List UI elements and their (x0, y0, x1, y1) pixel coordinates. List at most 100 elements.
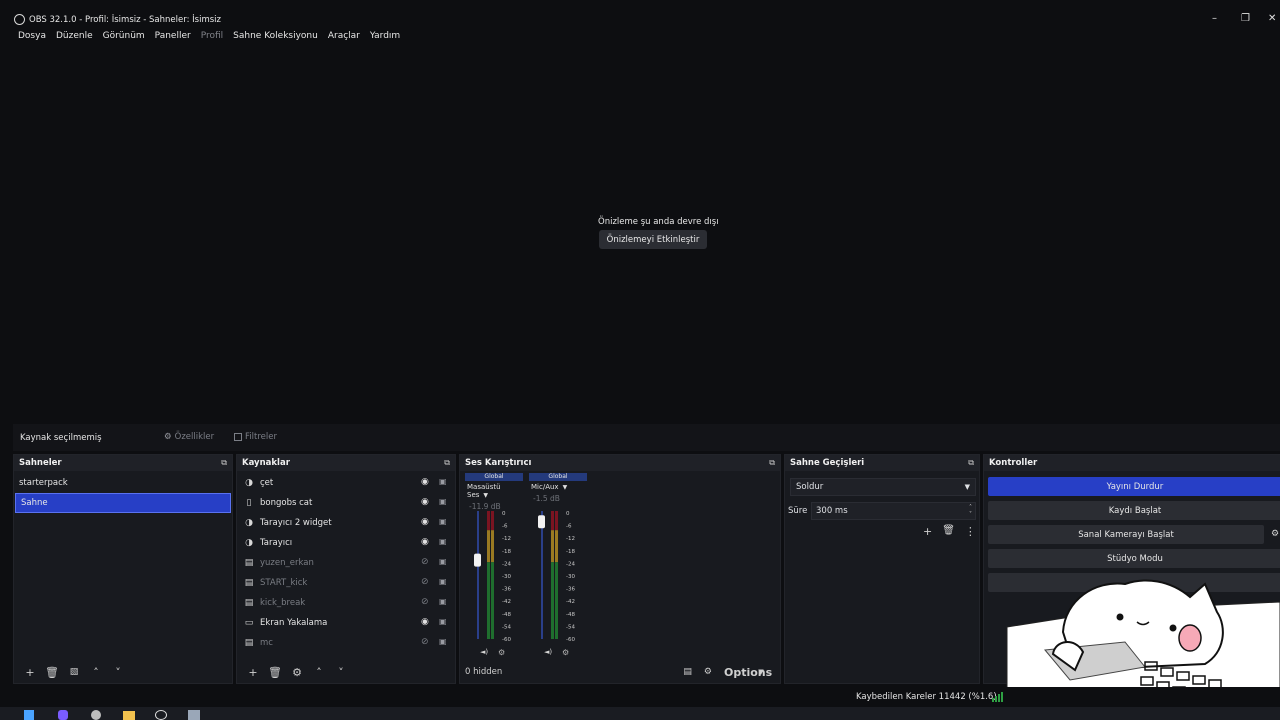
speaker-icon[interactable]: ◄) (544, 648, 552, 656)
no-source-label: Kaynak seçilmemiş (20, 433, 102, 443)
scenes-header: Sahneler ⧉ (14, 455, 232, 471)
layout-icon[interactable]: ▤ (683, 667, 692, 677)
source-item[interactable]: ▤ mc ⊘ ▣ (237, 633, 455, 653)
undock-icon[interactable]: ⧉ (221, 458, 227, 468)
lock-icon[interactable]: ▣ (439, 577, 447, 586)
meter-scale-label: -42 (502, 599, 511, 605)
menu-profile[interactable]: Profil (201, 31, 223, 45)
obs-taskbar-icon[interactable] (155, 710, 167, 720)
eye-icon[interactable]: ◉ (421, 497, 429, 507)
global-badge: Global (465, 473, 523, 481)
add-icon[interactable]: + (923, 525, 932, 538)
duration-input[interactable]: 300 ms ˄ ˅ (811, 502, 976, 520)
menu-help[interactable]: Yardım (370, 31, 400, 45)
source-item[interactable]: ◑ Tarayıcı 2 widget ◉ ▣ (237, 513, 455, 533)
eye-icon[interactable]: ◉ (421, 477, 429, 487)
start-record-button[interactable]: Kaydı Başlat (988, 501, 1280, 520)
source-item[interactable]: ▭ Ekran Yakalama ◉ ▣ (237, 613, 455, 633)
media-icon: ▤ (244, 558, 254, 568)
eye-icon[interactable]: ◉ (421, 617, 429, 627)
source-item[interactable]: ▤ kick_break ⊘ ▣ (237, 593, 455, 613)
lock-icon[interactable]: ▣ (439, 497, 447, 506)
source-item[interactable]: ▤ START_kick ⊘ ▣ (237, 573, 455, 593)
options-button[interactable]: Options ▼ (724, 666, 772, 679)
move-down-icon[interactable]: ˅ (330, 666, 352, 679)
lock-icon[interactable]: ▣ (439, 477, 447, 486)
channel-name-dropdown[interactable]: Mic/Aux ▼ (529, 483, 587, 491)
volume-track[interactable] (477, 511, 479, 639)
meter-scale-label: -24 (502, 561, 511, 567)
lock-icon[interactable]: ▣ (439, 637, 447, 646)
eye-off-icon[interactable]: ⊘ (421, 597, 429, 607)
stop-stream-button[interactable]: Yayını Durdur (988, 477, 1280, 496)
spin-arrows-icon[interactable]: ˄ ˅ (969, 504, 972, 518)
chrome-icon[interactable] (91, 710, 101, 720)
sources-dock: Kaynaklar ⧉ ◑ çet ◉ ▣ ▯ bongobs cat ◉ ▣ ◑ Tarayıc… (236, 454, 456, 684)
scene-item[interactable]: starterpack (14, 473, 232, 493)
trash-icon[interactable]: 🗑 (942, 525, 955, 538)
trash-icon[interactable]: 🗑 (264, 666, 286, 679)
source-item[interactable]: ◑ Tarayıcı ◉ ▣ (237, 533, 455, 553)
source-item[interactable]: ▤ yuzen_erkan ⊘ ▣ (237, 553, 455, 573)
add-icon[interactable]: + (242, 666, 264, 679)
filters-button[interactable]: Filtreler (234, 430, 277, 444)
windows-start-icon[interactable] (24, 710, 34, 720)
folder-icon[interactable] (123, 711, 135, 720)
transition-select[interactable]: Soldur ▼ (790, 478, 976, 496)
vcam-settings-icon[interactable]: ⚙ (1271, 529, 1279, 539)
volume-track[interactable] (541, 511, 543, 639)
properties-button[interactable]: ⚙ Özellikler (164, 430, 214, 444)
minimize-icon[interactable]: – (1212, 13, 1217, 24)
eye-off-icon[interactable]: ⊘ (421, 557, 429, 567)
move-up-icon[interactable]: ˄ (308, 666, 330, 679)
duration-label: Süre (788, 506, 808, 516)
lock-icon[interactable]: ▣ (439, 597, 447, 606)
move-up-icon[interactable]: ˄ (85, 666, 107, 679)
restore-icon[interactable]: ❐ (1241, 13, 1250, 24)
taskbar (0, 707, 1280, 720)
eye-off-icon[interactable]: ⊘ (421, 637, 429, 647)
undock-icon[interactable]: ⧉ (968, 458, 974, 468)
eye-icon[interactable]: ◉ (421, 537, 429, 547)
channel-settings-icon[interactable]: ⚙ (562, 648, 569, 657)
channel-name-dropdown[interactable]: Masaüstü Ses ▼ (465, 483, 523, 499)
eye-icon[interactable]: ◉ (421, 517, 429, 527)
gear-icon[interactable]: ⚙ (286, 666, 308, 679)
menu-scene-collection[interactable]: Sahne Koleksiyonu (233, 31, 318, 45)
menu-file[interactable]: Dosya (18, 31, 46, 45)
app-icon[interactable] (188, 710, 200, 720)
menu-docks[interactable]: Paneller (155, 31, 191, 45)
channel-settings-icon[interactable]: ⚙ (498, 648, 505, 657)
add-icon[interactable]: + (19, 666, 41, 679)
lock-icon[interactable]: ▣ (439, 557, 447, 566)
more-vertical-icon[interactable]: ⋮ (965, 525, 976, 538)
speaker-icon[interactable]: ◄) (480, 648, 488, 656)
move-down-icon[interactable]: ˅ (107, 666, 129, 679)
trash-icon[interactable]: 🗑 (41, 666, 63, 679)
start-virtual-cam-button[interactable]: Sanal Kamerayı Başlat (988, 525, 1264, 544)
hidden-count[interactable]: 0 hidden (465, 667, 502, 677)
meter-scale-label: -60 (502, 637, 511, 643)
lock-icon[interactable]: ▣ (439, 617, 447, 626)
lock-icon[interactable]: ▣ (439, 517, 447, 526)
volume-slider-handle[interactable] (538, 515, 545, 529)
source-item[interactable]: ◑ çet ◉ ▣ (237, 473, 455, 493)
menu-tools[interactable]: Araçlar (328, 31, 360, 45)
scene-item-selected[interactable]: Sahne (15, 493, 231, 513)
advanced-audio-icon[interactable]: ⚙ (704, 667, 712, 677)
lock-icon[interactable]: ▣ (439, 537, 447, 546)
eye-off-icon[interactable]: ⊘ (421, 577, 429, 587)
meter-segment (491, 511, 494, 531)
filter-icon[interactable]: ▧ (63, 667, 85, 677)
enable-preview-button[interactable]: Önizlemeyi Etkinleştir (599, 230, 707, 249)
undock-icon[interactable]: ⧉ (769, 458, 775, 468)
copilot-icon[interactable] (58, 710, 68, 720)
close-icon[interactable]: ✕ (1268, 13, 1276, 24)
volume-slider-handle[interactable] (474, 553, 481, 567)
menu-edit[interactable]: Düzenle (56, 31, 93, 45)
undock-icon[interactable]: ⧉ (444, 458, 450, 468)
menu-view[interactable]: Görünüm (103, 31, 145, 45)
chevron-down-icon: ▼ (562, 484, 568, 491)
studio-mode-button[interactable]: Stüdyo Modu (988, 549, 1280, 568)
source-item[interactable]: ▯ bongobs cat ◉ ▣ (237, 493, 455, 513)
